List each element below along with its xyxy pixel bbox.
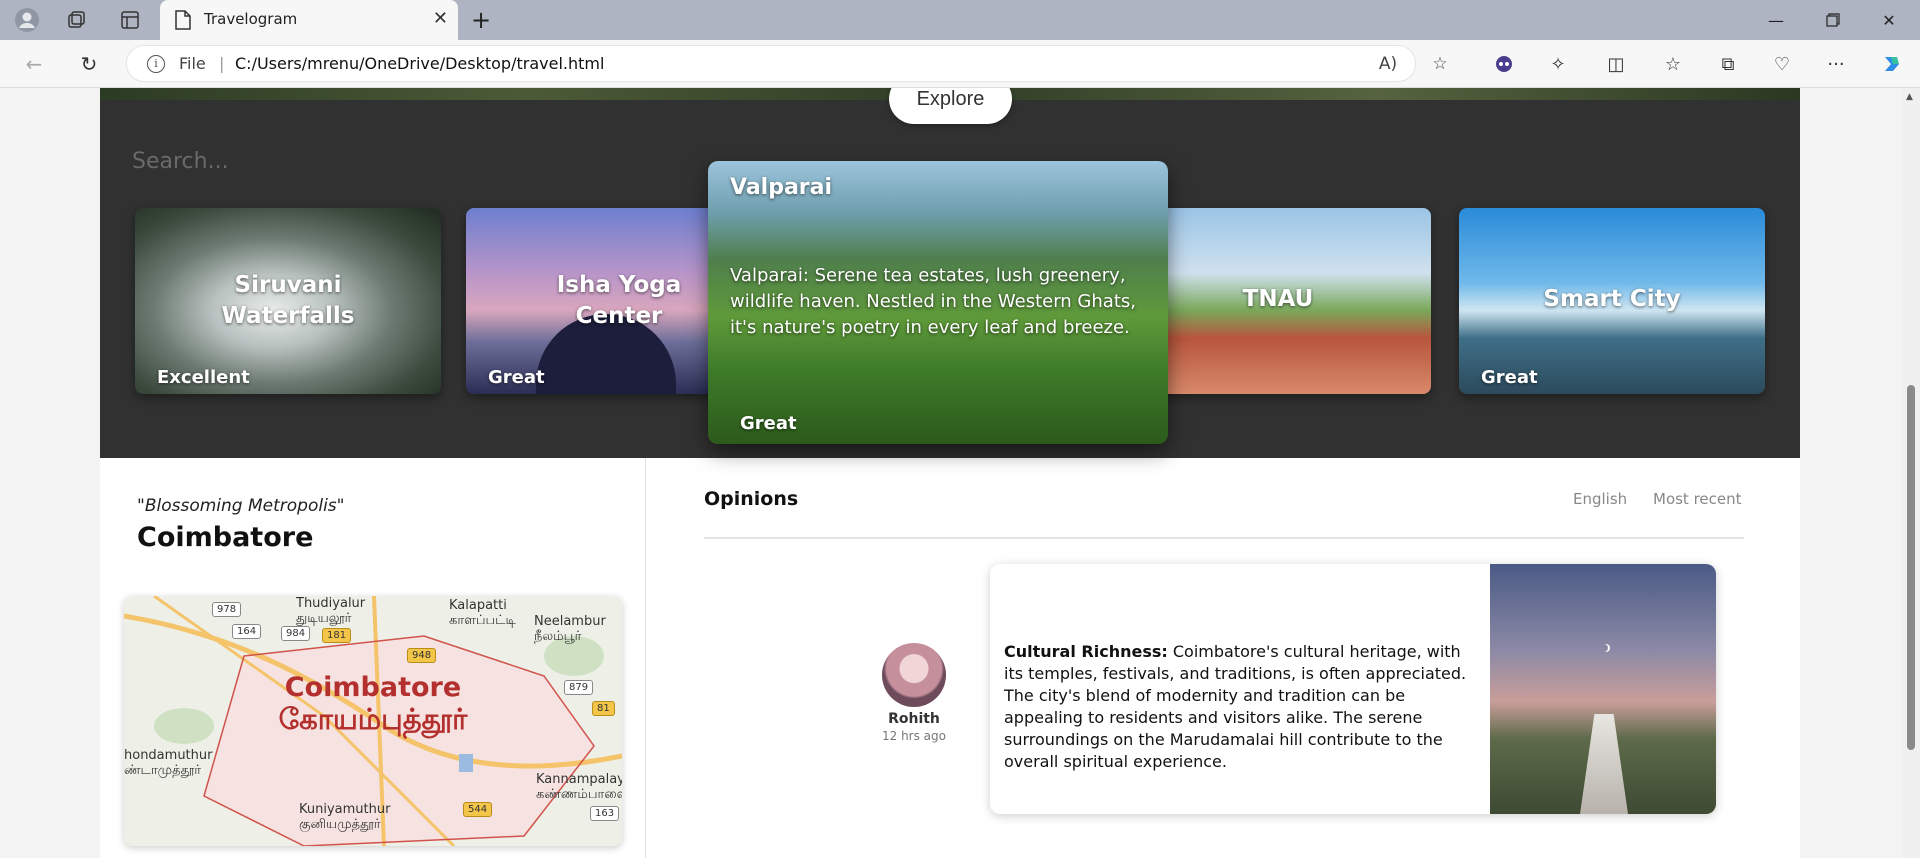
review-heading: Cultural Richness: <box>1004 642 1168 661</box>
author-name: Rohith <box>888 711 940 727</box>
more-options-icon[interactable]: ··· <box>1820 50 1852 78</box>
page-icon <box>174 10 192 34</box>
featured-description: Valparai: Serene tea estates, lush green… <box>730 265 1136 338</box>
info-icon[interactable]: i <box>147 55 165 73</box>
card-title: Isha Yoga Center <box>556 272 682 329</box>
card-rating: Excellent <box>157 367 250 388</box>
address-bar: ← ↻ i File | C:/Users/mrenu/OneDrive/Des… <box>0 40 1920 88</box>
map-label: Kalapatti காளப்பட்டி <box>449 598 516 628</box>
destinations-section: Explore Siruvani Waterfalls Excellent Is… <box>100 88 1800 458</box>
tab-actions-icon[interactable] <box>115 6 145 34</box>
city-panel: "Blossoming Metropolis" Coimbatore Coimb… <box>100 458 646 858</box>
sort-filter[interactable]: Most recent <box>1653 490 1742 508</box>
favorite-star-icon[interactable]: ☆ <box>1427 52 1453 76</box>
search-input[interactable] <box>132 144 532 178</box>
map-label: Thudiyalur துடியலூர் <box>296 596 366 626</box>
read-aloud-icon[interactable]: A) <box>1375 52 1401 76</box>
workspaces-icon[interactable] <box>62 6 92 34</box>
map-title-en: Coimbatore <box>284 672 462 703</box>
divider <box>704 537 1744 539</box>
card-title: TNAU <box>1242 286 1314 312</box>
road-shield: 163 <box>590 806 620 821</box>
temple-icon <box>1580 714 1628 814</box>
review-image <box>1490 564 1716 814</box>
refresh-icon[interactable]: ↻ <box>73 49 105 79</box>
minimize-icon[interactable]: — <box>1753 4 1799 36</box>
review-time: 12 hrs ago <box>881 729 946 743</box>
map-label: Kuniyamuthur குனியமுத்தூர் <box>299 802 391 832</box>
scroll-up-icon[interactable]: ▲ <box>1906 92 1913 102</box>
map-label: Kannampalay கண்ணம்பாளை <box>536 772 622 802</box>
copilot-ext-icon[interactable] <box>1488 50 1520 78</box>
tab-bar: Travelogram ✕ + — ✕ <box>0 0 1920 40</box>
road-shield: 164 <box>232 624 262 639</box>
featured-title: Valparai <box>730 175 833 200</box>
review-text: Cultural Richness: Coimbatore's cultural… <box>1004 641 1482 773</box>
opinions-panel: Opinions English Most recent Rohith 12 h… <box>646 458 1800 858</box>
destination-card-siruvani[interactable]: Siruvani Waterfalls Excellent <box>135 208 441 394</box>
scheme-label: File <box>179 54 206 73</box>
city-name: Coimbatore <box>137 522 314 553</box>
page-viewport: Explore Siruvani Waterfalls Excellent Is… <box>0 88 1920 858</box>
review-body: Coimbatore's cultural heritage, with its… <box>1004 642 1467 771</box>
map-label: hondamuthur ண்டாமுத்தூர் <box>124 748 213 778</box>
road-shield: 984 <box>281 626 311 641</box>
explore-button[interactable]: Explore <box>889 88 1012 124</box>
travel-page: Explore Siruvani Waterfalls Excellent Is… <box>100 88 1800 858</box>
road-shield: 81 <box>592 701 615 716</box>
road-shield: 181 <box>322 628 352 643</box>
split-screen-icon[interactable]: ◫ <box>1600 50 1632 78</box>
active-tab[interactable]: Travelogram ✕ <box>160 0 458 40</box>
url-text[interactable]: C:/Users/mrenu/OneDrive/Desktop/travel.h… <box>235 54 604 73</box>
collections-icon[interactable]: ⧉ <box>1712 50 1744 78</box>
favorites-icon[interactable]: ☆ <box>1657 50 1689 78</box>
scrollbar[interactable]: ▲ <box>1902 88 1920 858</box>
extensions-icon[interactable]: ✧ <box>1542 50 1574 78</box>
close-tab-icon[interactable]: ✕ <box>433 8 448 29</box>
back-icon[interactable]: ← <box>18 49 50 79</box>
restore-icon[interactable] <box>1810 4 1856 36</box>
tab-title: Travelogram <box>204 10 298 28</box>
card-title: Siruvani Waterfalls <box>221 272 355 329</box>
avatar[interactable] <box>882 643 946 707</box>
review-card: Cultural Richness: Coimbatore's cultural… <box>990 564 1716 814</box>
featured-rating: Great <box>740 413 797 434</box>
city-map[interactable]: Coimbatore கோயம்புத்தூர் Thudiyalur துடிய… <box>124 596 622 846</box>
road-shield: 948 <box>407 648 437 663</box>
city-tagline: "Blossoming Metropolis" <box>137 496 345 516</box>
profile-icon[interactable] <box>12 6 42 34</box>
map-title-ta: கோயம்புத்தூர் <box>278 702 468 736</box>
card-title: Smart City <box>1543 286 1681 312</box>
scroll-thumb[interactable] <box>1907 385 1915 750</box>
close-window-icon[interactable]: ✕ <box>1866 4 1912 36</box>
featured-card-valparai[interactable]: Valparai Valparai: Serene tea estates, l… <box>708 161 1168 444</box>
review-author[interactable]: Rohith 12 hrs ago <box>874 643 954 743</box>
language-filter[interactable]: English <box>1573 490 1627 508</box>
opinions-title: Opinions <box>704 488 799 510</box>
moon-icon <box>1600 644 1608 652</box>
destination-card-smart-city[interactable]: Smart City Great <box>1459 208 1765 394</box>
road-shield: 978 <box>212 602 242 617</box>
new-tab-icon[interactable]: + <box>466 6 496 34</box>
browser-essentials-icon[interactable]: ♡ <box>1766 50 1798 78</box>
road-shield: 879 <box>564 680 594 695</box>
road-shield: 544 <box>463 802 493 817</box>
destination-card-tnau[interactable]: TNAU at <box>1125 208 1431 394</box>
copilot-icon[interactable] <box>1876 50 1908 78</box>
card-rating: Great <box>488 367 545 388</box>
url-box[interactable]: i File | C:/Users/mrenu/OneDrive/Desktop… <box>126 45 1448 82</box>
url-separator: | <box>219 54 225 73</box>
card-rating: Great <box>1481 367 1538 388</box>
map-label: Neelambur நீலம்பூர் <box>534 614 606 644</box>
